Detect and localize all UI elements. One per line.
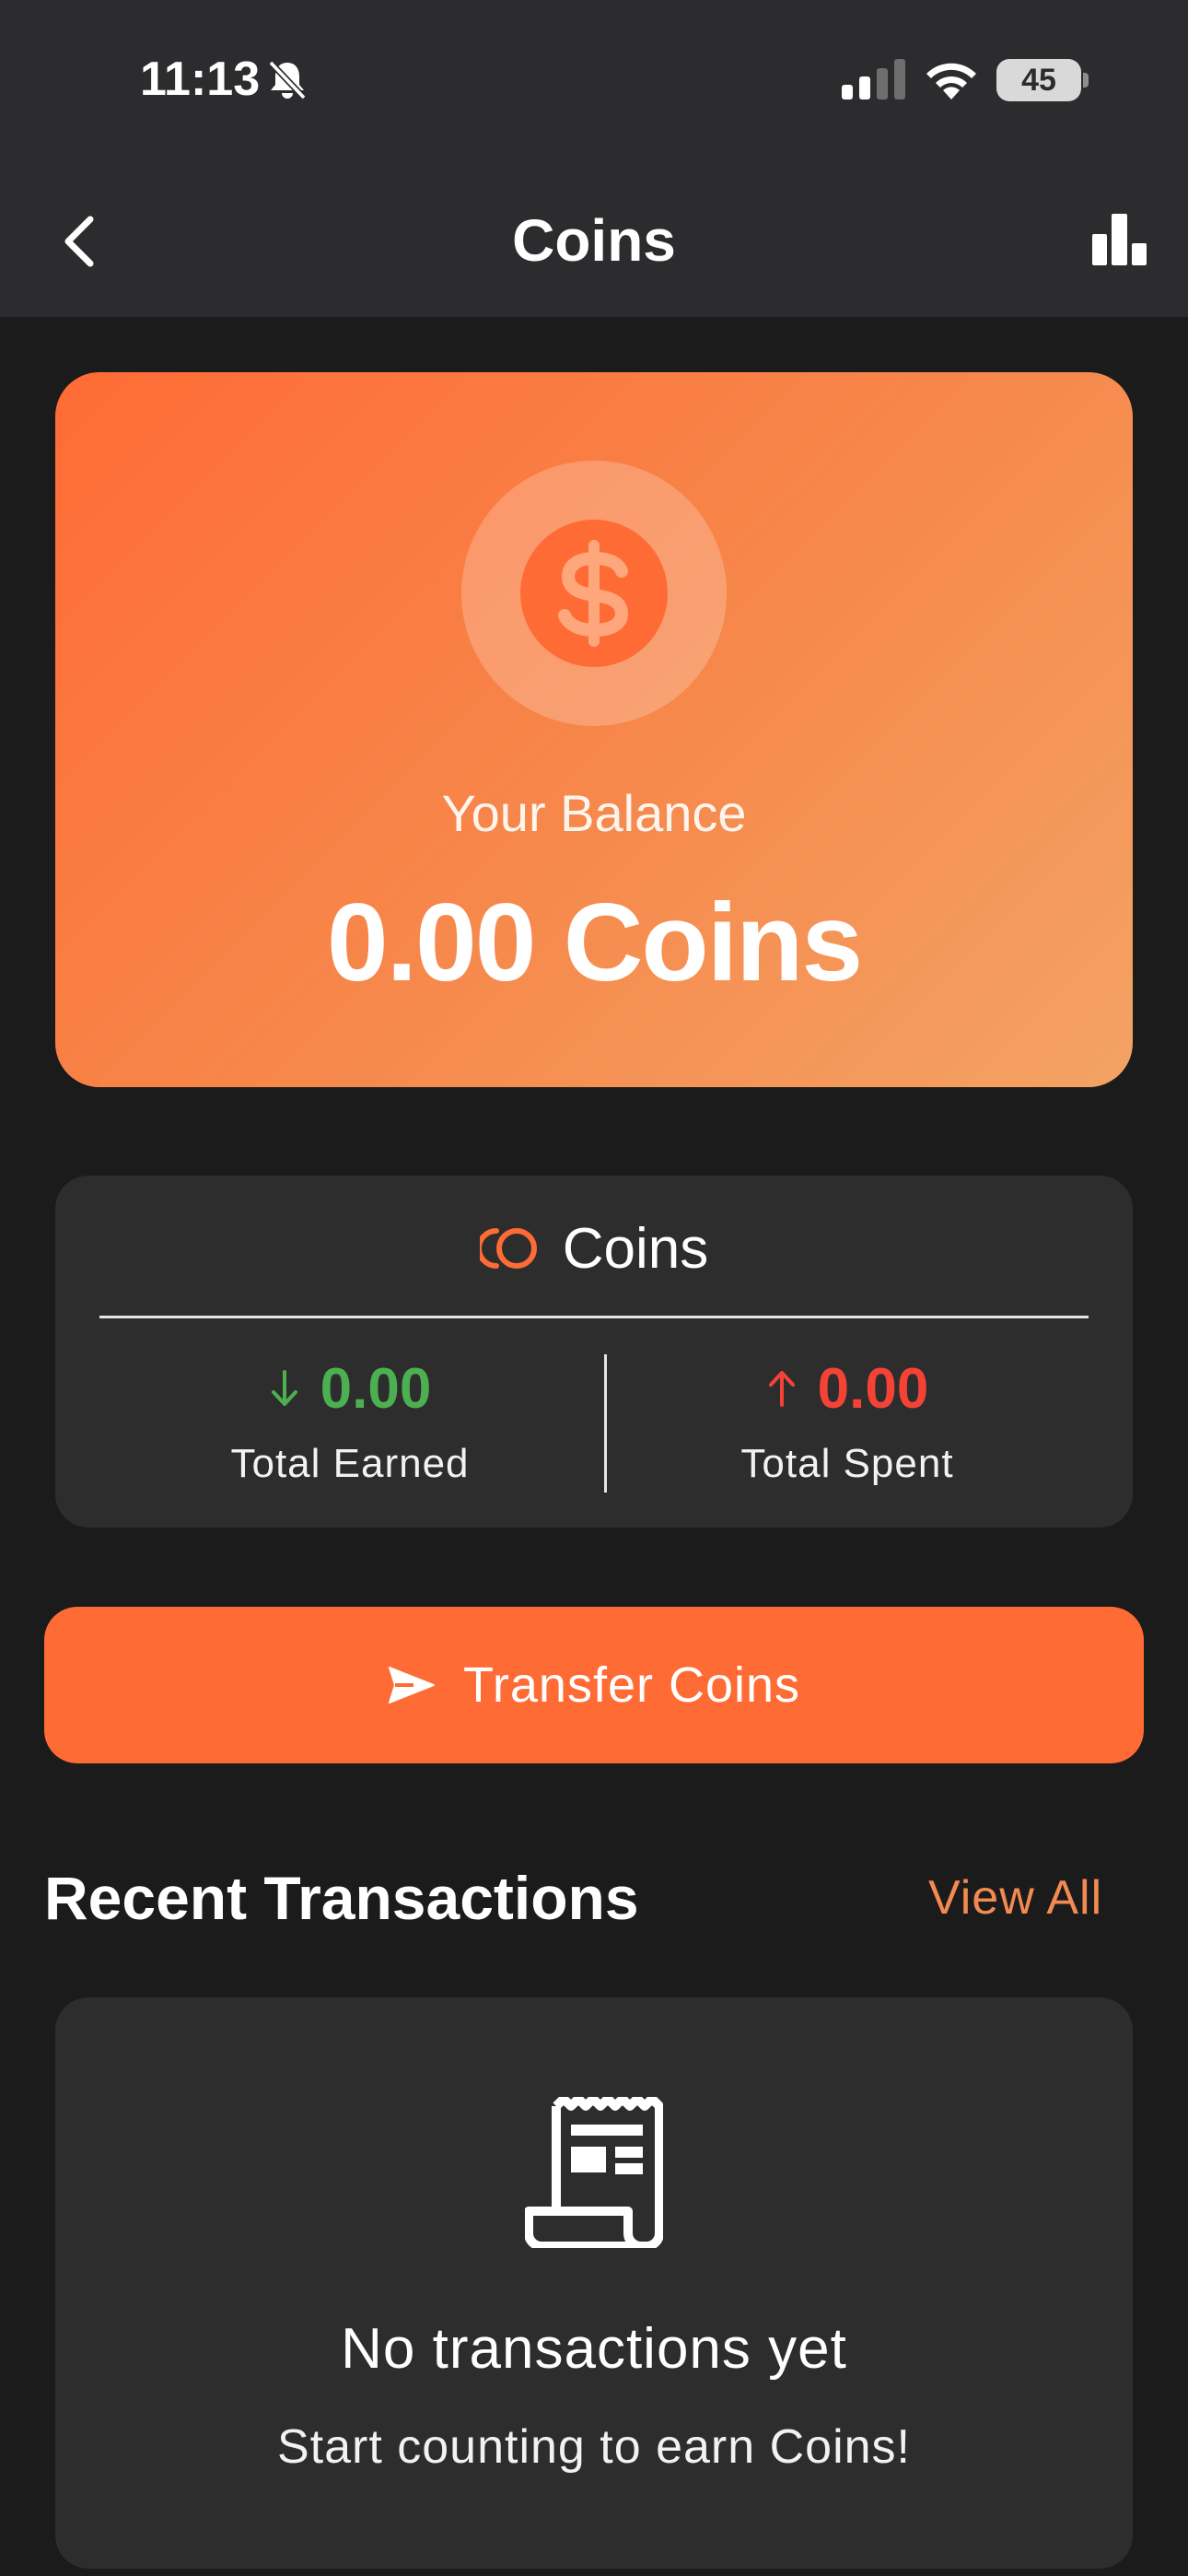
battery-icon: 45 — [996, 59, 1081, 101]
send-icon — [388, 1667, 435, 1704]
divider — [99, 1316, 1089, 1318]
coin-badge — [461, 461, 727, 726]
balance-label: Your Balance — [441, 784, 747, 842]
view-all-link[interactable]: View All — [928, 1870, 1102, 1926]
total-spent: 0.00 Total Spent — [599, 1356, 1096, 1487]
bell-slash-icon — [268, 60, 307, 100]
total-earned: 0.00 Total Earned — [101, 1356, 599, 1487]
signal-icon — [842, 59, 905, 100]
transfer-coins-button[interactable]: Transfer Coins — [44, 1607, 1144, 1763]
arrow-up-icon — [768, 1371, 795, 1407]
dollar-coin-icon — [520, 520, 668, 667]
receipt-icon — [525, 2097, 663, 2248]
empty-title: No transactions yet — [341, 2317, 847, 2381]
empty-subtitle: Start counting to earn Coins! — [276, 2420, 912, 2474]
balance-card: Your Balance 0.00 Coins — [55, 372, 1133, 1087]
earned-value: 0.00 — [320, 1356, 432, 1421]
summary-title: Coins — [562, 1216, 709, 1281]
spent-value: 0.00 — [817, 1356, 929, 1421]
wifi-icon — [926, 63, 976, 100]
arrow-down-icon — [271, 1370, 297, 1406]
section-title: Recent Transactions — [44, 1864, 639, 1932]
battery-tip — [1083, 73, 1089, 88]
empty-transactions-card: No transactions yet Start counting to ea… — [55, 1997, 1133, 2569]
status-time: 11:13 — [140, 53, 261, 106]
coins-icon — [479, 1228, 537, 1269]
spent-label: Total Spent — [740, 1441, 954, 1486]
transfer-label: Transfer Coins — [462, 1657, 801, 1713]
coins-summary-card: Coins 0.00 Total Earned 0.00 Total Spent — [55, 1176, 1133, 1528]
earned-label: Total Earned — [230, 1441, 470, 1486]
balance-value: 0.00 Coins — [326, 881, 863, 1004]
summary-header: Coins — [55, 1216, 1133, 1281]
bar-chart-icon[interactable] — [1092, 214, 1149, 265]
page-title: Coins — [512, 207, 676, 274]
